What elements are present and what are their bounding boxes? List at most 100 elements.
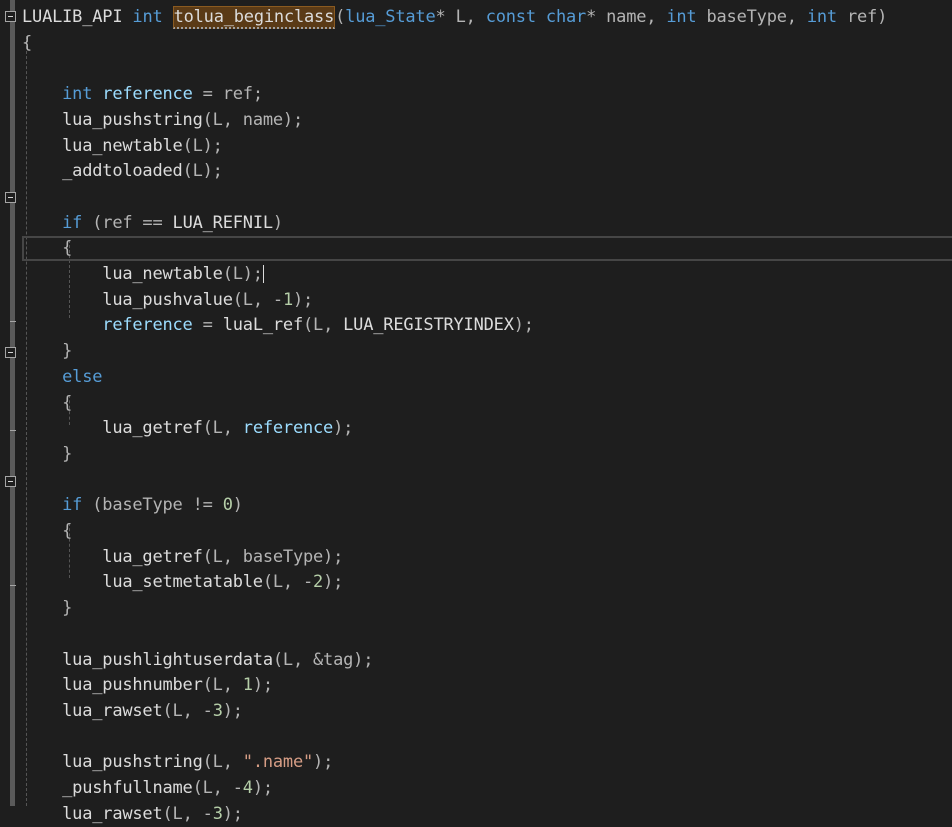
code-token: 2 (313, 572, 324, 593)
code-token: lua_pushnumber (62, 675, 203, 696)
code-token: (L, baseType); (202, 546, 344, 567)
code-token: LUA_REFNIL (172, 212, 274, 233)
code-line[interactable]: _pushfullname(L, -4); (22, 776, 273, 802)
editor-gutter (0, 0, 21, 806)
code-line[interactable]: int reference = ref; (22, 82, 263, 108)
code-token: { (22, 32, 33, 53)
code-line[interactable]: } (22, 339, 72, 365)
code-token: lua_pushlightuserdata (62, 649, 273, 670)
code-line[interactable]: lua_pushstring(L, ".name"); (22, 750, 333, 776)
collapse-if-basetype-block-icon[interactable] (5, 476, 16, 487)
code-line[interactable]: lua_newtable(L); (22, 262, 264, 288)
code-line[interactable]: } (22, 442, 72, 468)
code-token: (L, - (162, 700, 213, 721)
code-token: _addtoloaded (62, 161, 183, 182)
code-line[interactable]: lua_pushvalue(L, -1); (22, 288, 313, 314)
code-token: baseType, (696, 7, 807, 27)
code-token: 4 (242, 778, 253, 798)
code-token: lua_State (345, 7, 436, 27)
code-token: _pushfullname (62, 778, 193, 798)
code-token: ".name" (242, 752, 314, 773)
code-token: int (62, 84, 93, 105)
code-token: int (666, 7, 697, 27)
code-line[interactable]: lua_pushlightuserdata(L, &tag); (22, 648, 373, 674)
code-line[interactable]: _addtoloaded(L); (22, 159, 223, 185)
code-line[interactable]: } (22, 596, 72, 622)
code-line[interactable]: lua_setmetatable(L, -2); (22, 570, 343, 596)
code-token: ); (222, 803, 243, 824)
code-token: (L, (202, 675, 243, 696)
code-token: ( (335, 7, 346, 27)
code-token: 0 (222, 495, 233, 516)
code-token: ); (222, 700, 243, 721)
code-token: char (545, 7, 587, 27)
code-line[interactable]: { (22, 31, 32, 57)
code-token: lua_setmetatable (102, 572, 263, 593)
code-token: (L, (202, 418, 243, 439)
collapse-if-block-icon[interactable] (5, 192, 16, 203)
code-line[interactable]: if (ref == LUA_REFNIL) (22, 211, 283, 237)
code-token: ); (513, 315, 534, 336)
code-line[interactable]: if (baseType != 0) (22, 493, 243, 519)
code-token: (L, &tag); (272, 649, 374, 670)
code-token: { (62, 392, 73, 413)
code-token: if (62, 212, 83, 233)
code-token: if (62, 495, 83, 516)
code-token: lua_pushstring (62, 752, 203, 773)
code-line[interactable]: lua_pushstring(L, name); (22, 108, 303, 134)
code-token: reference (242, 418, 334, 439)
code-token: (L, name); (202, 109, 304, 130)
code-token: lua_rawset (62, 700, 163, 721)
collapse-else-block-icon[interactable] (5, 347, 16, 358)
code-token: luaL_ref (222, 315, 303, 336)
code-token: lua_pushvalue (102, 289, 233, 310)
code-line[interactable]: lua_getref(L, reference); (22, 416, 353, 442)
code-line[interactable]: reference = luaL_ref(L, LUA_REGISTRYINDE… (22, 313, 534, 339)
code-line[interactable]: lua_newtable(L); (22, 134, 223, 160)
code-token: lua_getref (102, 546, 203, 567)
code-token: reference (102, 315, 193, 336)
code-token: ); (252, 675, 273, 696)
code-line[interactable]: { (22, 519, 72, 545)
code-line[interactable]: else (22, 365, 102, 391)
code-token: { (62, 521, 73, 541)
code-line[interactable]: lua_rawset(L, -3); (22, 802, 243, 827)
code-token: ); (313, 752, 334, 773)
collapse-function-icon[interactable] (5, 11, 16, 22)
code-token: (L, - (232, 289, 283, 310)
code-token: 1 (242, 675, 253, 696)
code-line[interactable]: lua_pushnumber(L, 1); (22, 673, 273, 699)
code-token: LUALIB_API (22, 7, 123, 27)
code-line[interactable]: { (22, 391, 72, 417)
code-token: ref) (836, 7, 888, 27)
code-token: = ref; (192, 84, 263, 105)
code-token: (L); (222, 264, 263, 284)
code-line[interactable]: lua_getref(L, baseType); (22, 545, 343, 571)
code-token: const (485, 7, 536, 27)
code-line[interactable]: { (22, 236, 72, 262)
code-token: else (62, 366, 103, 387)
fold-end-marker (10, 321, 16, 322)
code-token: (L, - (262, 572, 314, 593)
code-line[interactable]: lua_rawset(L, -3); (22, 699, 243, 725)
code-token: (L, - (162, 803, 213, 824)
code-token: ); (252, 778, 273, 798)
code-area[interactable]: LUALIB_API int tolua_beginclass(lua_Stat… (22, 0, 952, 824)
code-token: ); (333, 418, 354, 439)
code-token: * name, (586, 7, 667, 27)
code-token: int (806, 7, 837, 27)
code-editor[interactable]: LUALIB_API int tolua_beginclass(lua_Stat… (0, 0, 952, 824)
code-token: (L); (182, 135, 223, 156)
code-line[interactable]: LUALIB_API int tolua_beginclass(lua_Stat… (22, 5, 887, 31)
